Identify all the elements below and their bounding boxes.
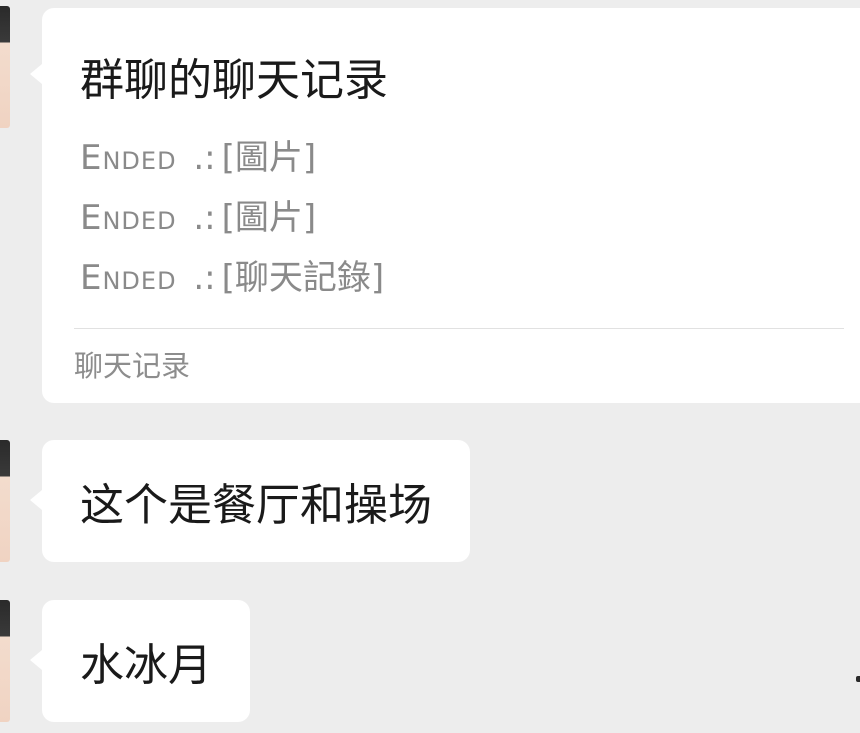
chat-record-line: Ended .: [圖片] [80,198,316,238]
chat-record-separator: .: [193,138,216,178]
chat-record-separator: .: [193,258,216,298]
chat-record-card[interactable]: 群聊的聊天记录 Ended .: [圖片] Ended .: [圖片] Ended … [30,8,860,403]
message-text: 这个是餐厅和操场 [80,480,432,531]
chat-record-separator: .: [193,198,216,238]
sender-avatar[interactable] [0,6,10,128]
chat-record-sender: Ended [80,198,177,238]
bubble-tail [30,650,42,670]
chat-record-footer-label: 聊天记录 [74,349,191,383]
message-bubble[interactable]: 这个是餐厅和操场 [30,440,470,562]
chat-record-title: 群聊的聊天记录 [80,55,388,106]
chat-record-content: [聊天記錄] [221,258,385,298]
bubble-tail [30,490,42,510]
chat-record-sender: Ended [80,138,177,178]
chat-record-line: Ended .: [圖片] [80,138,316,178]
chat-record-line: Ended .: [聊天記錄] [80,258,384,298]
message-bubble[interactable]: 水冰月 [30,600,250,722]
message-text: 水冰月 [80,640,212,691]
chat-record-divider [74,328,844,329]
edge-artifact [856,676,860,682]
chat-record-content: [圖片] [221,198,317,238]
sender-avatar[interactable] [0,600,10,722]
sender-avatar[interactable] [0,440,10,562]
chat-record-sender: Ended [80,258,177,298]
chat-record-content: [圖片] [221,138,317,178]
bubble-tail [30,64,42,84]
